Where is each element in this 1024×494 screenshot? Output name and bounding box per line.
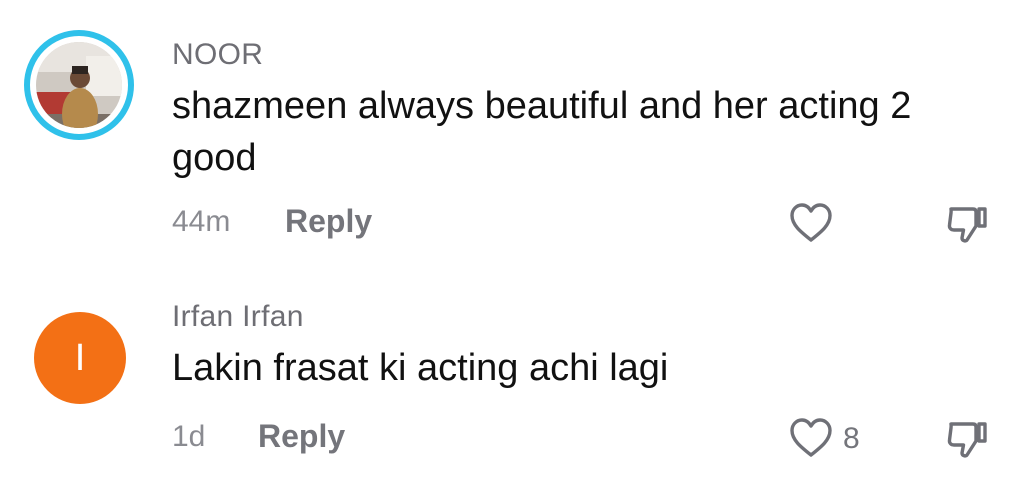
heart-outline-icon[interactable] — [789, 201, 833, 245]
like-count: 8 — [843, 422, 860, 455]
comment-timestamp: 44m — [172, 205, 231, 238]
comment-username[interactable]: NOOR — [172, 38, 263, 72]
avatar-initial: I — [74, 336, 86, 379]
reply-button[interactable]: Reply — [285, 203, 372, 240]
user-avatar[interactable] — [24, 30, 134, 140]
thumbs-down-icon[interactable] — [945, 416, 989, 460]
comment-text: Lakin frasat ki acting achi lagi — [172, 347, 669, 389]
heart-outline-icon[interactable] — [789, 416, 833, 460]
comment-username[interactable]: Irfan Irfan — [172, 300, 304, 334]
comment-text: shazmeen always beautiful and her acting… — [172, 85, 912, 179]
comment-timestamp: 1d — [172, 420, 206, 453]
user-avatar[interactable]: I — [34, 312, 126, 404]
comment-item: NOOR shazmeen always beautiful and her a… — [0, 0, 1024, 270]
comment-item: I Irfan Irfan Lakin frasat ki acting ach… — [0, 270, 1024, 494]
thumbs-down-icon[interactable] — [945, 201, 989, 245]
reply-button[interactable]: Reply — [258, 418, 345, 455]
avatar-photo — [36, 42, 122, 128]
